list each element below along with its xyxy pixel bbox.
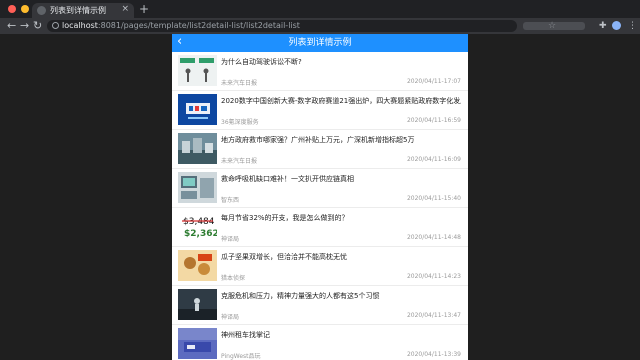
thumbnail-image bbox=[178, 94, 217, 125]
news-list: 为什么自动驾驶诉讼不断? 未来汽车日报 2020/04/11-17:07 202… bbox=[172, 52, 468, 360]
item-title: 神州租车找掌记 bbox=[221, 331, 270, 339]
item-source: 神译局 bbox=[221, 314, 240, 321]
address-bar[interactable]: localhost:8081/pages/template/list2detai… bbox=[47, 20, 556, 32]
item-time: 2020/04/11-17:07 bbox=[406, 78, 461, 85]
reload-icon[interactable]: ↻ bbox=[33, 19, 42, 33]
item-title: 地方政府救市哪家强？广州补贴上万元，广深机新增指标超5万 bbox=[221, 136, 415, 144]
item-source: 36氪深度服务 bbox=[221, 119, 259, 126]
menu-icon[interactable]: ⋮ bbox=[628, 19, 637, 33]
url-host: localhost bbox=[62, 21, 98, 30]
new-tab-button[interactable]: + bbox=[139, 2, 149, 16]
item-time: 2020/04/11-13:39 bbox=[406, 351, 461, 358]
browser-tab[interactable]: 列表到详情示例 × bbox=[32, 3, 134, 18]
browser-tab-bar: 列表到详情示例 × + bbox=[0, 0, 640, 18]
browser-toolbar: ← → ↻ localhost:8081/pages/template/list… bbox=[0, 18, 640, 34]
url-text: localhost:8081/pages/template/list2detai… bbox=[62, 20, 300, 32]
item-time: 2020/04/11-14:48 bbox=[406, 234, 461, 241]
item-title: 2020数字中国创新大赛-数字政府赛道21强出炉，四大赛题紧贴政府数字化发展需求 bbox=[221, 97, 461, 105]
lock-icon[interactable] bbox=[52, 22, 59, 29]
thumbnail-image bbox=[178, 250, 217, 281]
thumbnail-image bbox=[178, 55, 217, 86]
tab-close-icon[interactable]: × bbox=[121, 4, 129, 14]
item-title: 每月节省32%的开支，我是怎么做到的？ bbox=[221, 214, 349, 222]
list-item[interactable]: $3,484 $2,362 每月节省32%的开支，我是怎么做到的？ 神译局 20… bbox=[172, 208, 468, 247]
close-window-button[interactable] bbox=[8, 5, 16, 13]
thumbnail-image bbox=[178, 289, 217, 320]
avatar-icon[interactable] bbox=[612, 21, 621, 30]
item-source: 未来汽车日报 bbox=[221, 80, 258, 87]
item-title: 救命呼吸机缺口难补！一文扒开供应链真相 bbox=[221, 175, 354, 183]
thumbnail-image bbox=[178, 172, 217, 203]
puzzle-icon[interactable]: ✚ bbox=[599, 19, 607, 33]
item-source: 猎本侦探 bbox=[221, 275, 246, 282]
forward-icon[interactable]: → bbox=[20, 19, 29, 33]
item-source: 未来汽车日报 bbox=[221, 158, 258, 165]
app-page: ‹ 列表到详情示例 为什么自动驾驶诉讼不断? 未来汽车日报 2020/04/11… bbox=[172, 34, 468, 360]
item-time: 2020/04/11-13:47 bbox=[406, 312, 461, 319]
page-header: ‹ 列表到详情示例 bbox=[172, 34, 468, 52]
item-source: 神译局 bbox=[221, 236, 240, 243]
thumbnail-image bbox=[178, 328, 217, 359]
list-item[interactable]: 克服危机和压力，精神力量强大的人都有这5个习惯 神译局 2020/04/11-1… bbox=[172, 286, 468, 325]
item-source: 智东西 bbox=[221, 197, 240, 204]
list-item[interactable]: 为什么自动驾驶诉讼不断? 未来汽车日报 2020/04/11-17:07 bbox=[172, 52, 468, 91]
back-icon[interactable]: ← bbox=[7, 19, 16, 33]
item-title: 瓜子坚果双增长，但洽洽并不能高枕无忧 bbox=[221, 253, 347, 261]
item-time: 2020/04/11-16:09 bbox=[406, 156, 461, 163]
list-item[interactable]: 地方政府救市哪家强？广州补贴上万元，广深机新增指标超5万 未来汽车日报 2020… bbox=[172, 130, 468, 169]
tab-title: 列表到详情示例 bbox=[50, 6, 106, 15]
page-title: 列表到详情示例 bbox=[288, 38, 352, 48]
list-item[interactable]: 瓜子坚果双增长，但洽洽并不能高枕无忧 猎本侦探 2020/04/11-14:23 bbox=[172, 247, 468, 286]
url-path: :8081/pages/template/list2detail-list/li… bbox=[97, 21, 300, 30]
list-item[interactable]: 神州租车找掌记 PingWest品玩 2020/04/11-13:39 bbox=[172, 325, 468, 360]
item-source: PingWest品玩 bbox=[221, 353, 261, 360]
list-item[interactable]: 2020数字中国创新大赛-数字政府赛道21强出炉，四大赛题紧贴政府数字化发展需求… bbox=[172, 91, 468, 130]
thumbnail-image: $3,484 $2,362 bbox=[178, 211, 217, 242]
item-title: 为什么自动驾驶诉讼不断? bbox=[221, 58, 302, 66]
item-time: 2020/04/11-14:23 bbox=[406, 273, 461, 280]
item-time: 2020/04/11-16:59 bbox=[406, 117, 461, 124]
item-title: 克服危机和压力，精神力量强大的人都有这5个习惯 bbox=[221, 292, 380, 300]
svg-text:$3,484: $3,484 bbox=[183, 217, 215, 227]
extensions-area bbox=[523, 22, 585, 30]
svg-text:$2,362: $2,362 bbox=[184, 229, 217, 239]
item-time: 2020/04/11-15:40 bbox=[406, 195, 461, 202]
list-item[interactable]: 救命呼吸机缺口难补！一文扒开供应链真相 智东西 2020/04/11-15:40 bbox=[172, 169, 468, 208]
minimize-window-button[interactable] bbox=[21, 5, 29, 13]
favicon-icon bbox=[37, 6, 46, 15]
thumbnail-image bbox=[178, 133, 217, 164]
